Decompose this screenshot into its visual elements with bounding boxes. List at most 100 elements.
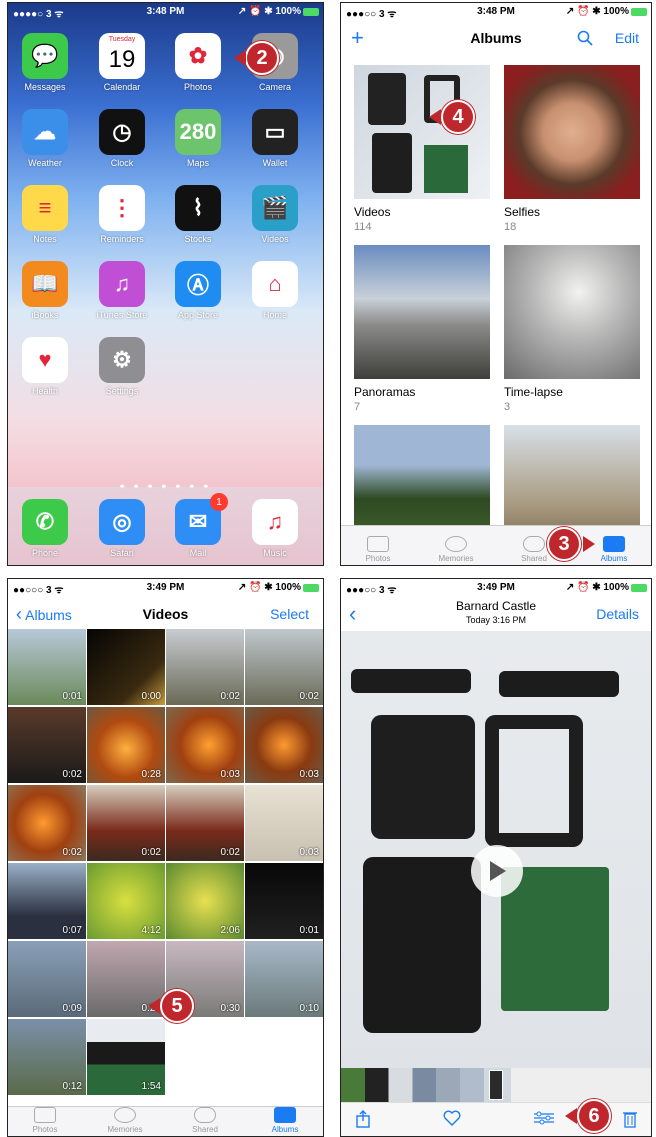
album-time-lapse[interactable]: Time-lapse 3 <box>504 245 640 413</box>
tab-memories[interactable]: Memories <box>421 536 491 563</box>
case-piece <box>499 671 619 697</box>
video-thumbnail[interactable]: 0:00 <box>87 629 165 705</box>
app-label: App Store <box>177 310 219 320</box>
app-maps[interactable]: 280 Maps <box>168 109 228 168</box>
page-title: Albums <box>470 30 522 46</box>
photos-tab-icon <box>367 536 389 552</box>
tab-memories[interactable]: Memories <box>90 1107 160 1134</box>
video-duration: 1:54 <box>141 1081 161 1092</box>
step-callout-2: 2 <box>245 41 279 75</box>
app-stocks[interactable]: ⌇ Stocks <box>168 185 228 244</box>
video-thumbnail[interactable]: 0:02 <box>245 629 323 705</box>
album-videos[interactable]: Videos 114 <box>354 65 490 233</box>
clock-icon: ◷ <box>99 109 145 155</box>
album-name: Selfies <box>504 205 541 219</box>
app-itunes-store[interactable]: ♫ iTunes Store <box>92 261 152 320</box>
video-thumbnail[interactable]: 0:02 <box>8 785 86 861</box>
video-duration: 0:02 <box>299 691 319 702</box>
videos-icon: 🎬 <box>252 185 298 231</box>
notes-icon: ≡ <box>22 185 68 231</box>
video-thumbnail[interactable]: 0:03 <box>245 707 323 783</box>
edit-button[interactable]: Edit <box>615 30 639 46</box>
video-thumbnail[interactable]: 0:03 <box>166 707 244 783</box>
app-label: Safari <box>110 548 134 558</box>
nav-bar: + Albums Edit <box>341 21 651 57</box>
video-thumbnail[interactable]: 1:54 <box>87 1019 165 1095</box>
play-icon <box>490 861 506 881</box>
album-count: 114 <box>354 221 372 233</box>
app-weather[interactable]: ☁ Weather <box>15 109 75 168</box>
search-icon[interactable] <box>577 30 593 46</box>
details-button[interactable]: Details <box>596 606 639 622</box>
home-screen-panel: ●●●●○ 3 ᯤ 3:48 PM ↗ ⏰ ✱ 100% 💬 Messages 19… <box>7 2 324 566</box>
case-piece <box>371 715 475 839</box>
video-thumbnail[interactable]: 2:06 <box>166 863 244 939</box>
dock-mail[interactable]: ✉ Mail 1 <box>168 493 228 558</box>
album-count: 18 <box>504 221 517 233</box>
video-thumbnail[interactable]: 0:02 <box>8 707 86 783</box>
album-selfies[interactable]: Selfies 18 <box>504 65 640 233</box>
albums-tab-icon <box>274 1107 296 1123</box>
app-label: Mail <box>189 548 207 558</box>
video-thumbnail[interactable]: 0:09 <box>8 941 86 1017</box>
battery-icon <box>303 8 319 16</box>
app-reminders[interactable]: ⋮ Reminders <box>92 185 152 244</box>
album-thumbnail <box>504 245 640 379</box>
tab-photos[interactable]: Photos <box>10 1107 80 1134</box>
share-icon[interactable] <box>355 1110 371 1128</box>
dock-phone[interactable]: ✆ Phone <box>15 499 75 558</box>
video-thumbnail[interactable]: 0:28 <box>87 707 165 783</box>
app-home[interactable]: ⌂ Home <box>245 261 305 320</box>
video-thumbnail[interactable]: 0:02 <box>87 785 165 861</box>
app-settings[interactable]: ⚙ Settings <box>92 337 152 396</box>
heart-icon[interactable] <box>443 1110 461 1126</box>
app-calendar[interactable]: 19 Calendar Tuesday <box>92 33 152 92</box>
app-messages[interactable]: 💬 Messages <box>15 33 75 92</box>
status-icons: ↗ ⏰ ✱ 100% <box>565 582 629 593</box>
albums-panel: ●●●○○ 3 ᯤ 3:48 PM ↗ ⏰ ✱ 100% + Albums Ed… <box>340 2 652 566</box>
case-piece <box>363 857 481 1033</box>
video-thumbnail[interactable]: 0:03 <box>245 785 323 861</box>
memories-tab-icon <box>445 536 467 552</box>
video-duration: 0:12 <box>62 1081 82 1092</box>
videos-album-panel: ●●○○○ 3 ᯤ 3:49 PM ↗ ⏰ ✱ 100% ‹ Albums Vi… <box>7 578 324 1137</box>
callout-pointer <box>234 50 246 66</box>
video-thumbnail[interactable]: 0:02 <box>166 785 244 861</box>
play-button[interactable] <box>471 845 523 897</box>
tab-albums[interactable]: Albums <box>250 1107 320 1134</box>
video-thumbnail[interactable]: 0:01 <box>245 863 323 939</box>
video-thumbnail[interactable]: 0:01 <box>8 629 86 705</box>
trash-icon[interactable] <box>623 1110 637 1128</box>
app-notes[interactable]: ≡ Notes <box>15 185 75 244</box>
album-panoramas[interactable]: Panoramas 7 <box>354 245 490 413</box>
cloud-icon <box>523 536 545 552</box>
messages-icon: 💬 <box>22 33 68 79</box>
safari-icon: ◎ <box>99 499 145 545</box>
thumbnail-scrubber[interactable] <box>341 1068 651 1102</box>
app-photos[interactable]: ✿ Photos <box>168 33 228 92</box>
app-label: Weather <box>28 158 62 168</box>
app-app-store[interactable]: Ⓐ App Store <box>168 261 228 320</box>
status-icons: ↗ ⏰ ✱ 100% <box>237 582 301 593</box>
video-thumbnail[interactable]: 0:02 <box>166 629 244 705</box>
current-frame-thumb <box>489 1070 503 1100</box>
app-wallet[interactable]: ▭ Wallet <box>245 109 305 168</box>
app-label: Phone <box>31 548 59 558</box>
video-thumbnail[interactable]: 0:07 <box>8 863 86 939</box>
app-label: Videos <box>261 234 289 244</box>
select-button[interactable]: Select <box>270 606 309 622</box>
app-videos[interactable]: 🎬 Videos <box>245 185 305 244</box>
tab-shared[interactable]: Shared <box>170 1107 240 1134</box>
app-ibooks[interactable]: 📖 iBooks <box>15 261 75 320</box>
app-clock[interactable]: ◷ Clock <box>92 109 152 168</box>
tab-photos[interactable]: Photos <box>343 536 413 563</box>
app-health[interactable]: ♥ Health <box>15 337 75 396</box>
video-thumbnail[interactable]: 4:12 <box>87 863 165 939</box>
video-thumbnail[interactable]: 0:10 <box>245 941 323 1017</box>
app-label: iTunes Store <box>96 310 148 320</box>
video-duration: 0:09 <box>62 1003 82 1014</box>
dock-music[interactable]: ♫ Music <box>245 499 305 558</box>
edit-adjust-icon[interactable] <box>533 1110 555 1126</box>
video-thumbnail[interactable]: 0:12 <box>8 1019 86 1095</box>
dock-safari[interactable]: ◎ Safari <box>92 499 152 558</box>
